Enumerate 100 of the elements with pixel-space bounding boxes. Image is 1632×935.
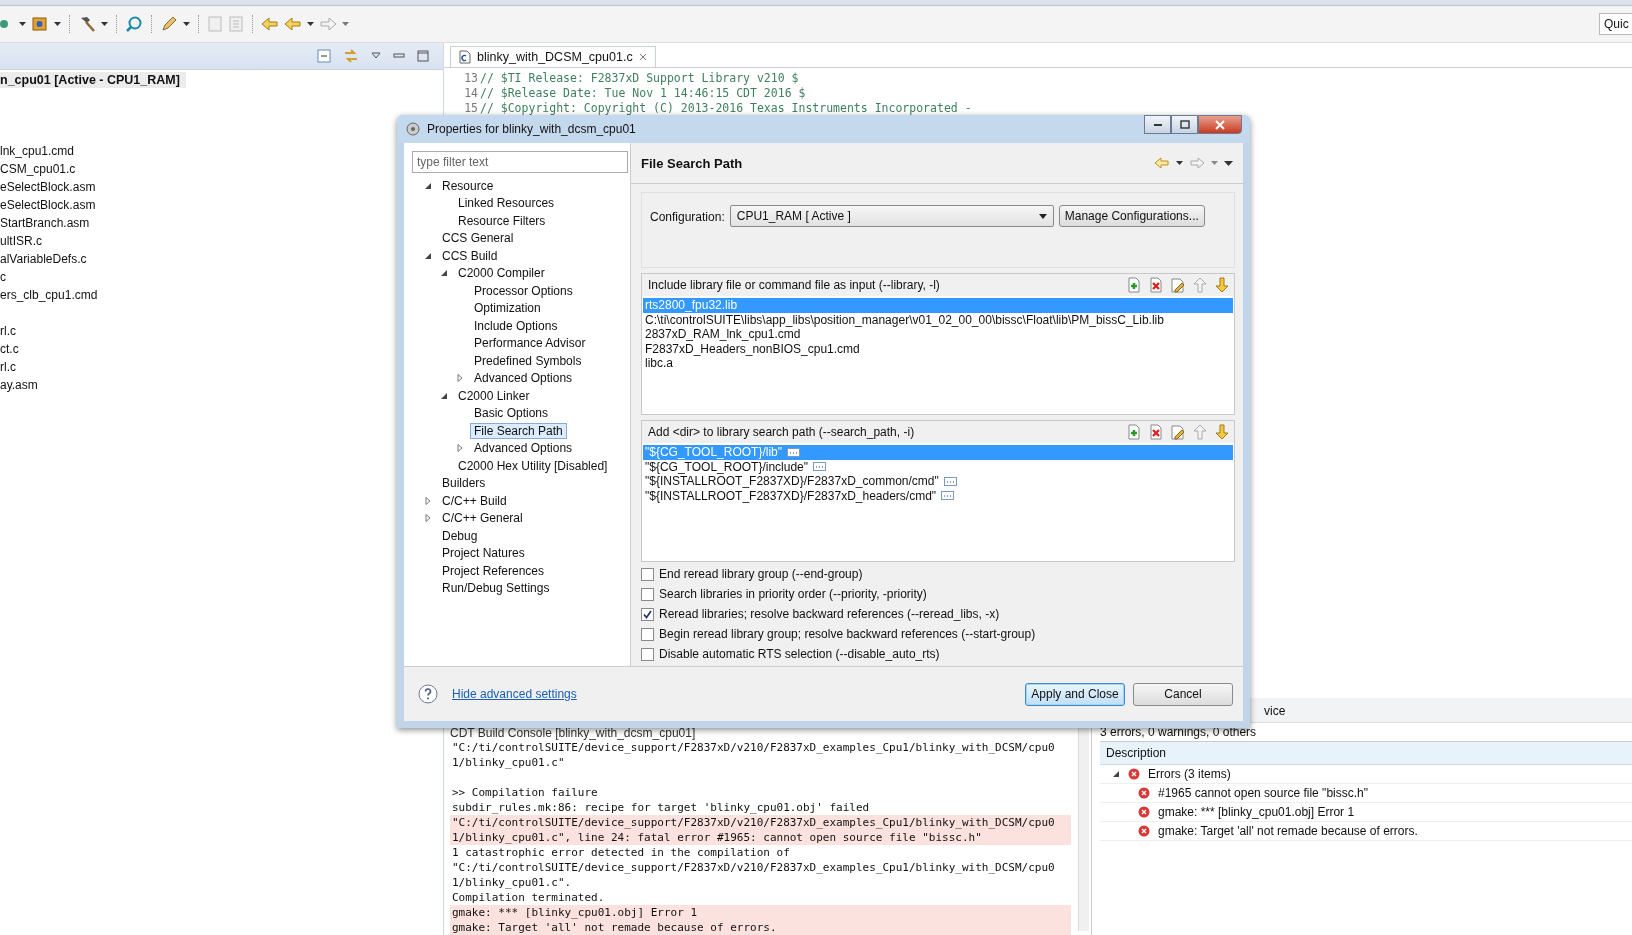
tree-item[interactable]: Performance Advisor	[470, 335, 590, 352]
move-down-icon[interactable]	[1214, 277, 1230, 293]
error-item[interactable]: gmake: Target 'all' not remade because of errors.	[1158, 824, 1418, 838]
collapsed-triangle-icon[interactable]	[424, 496, 432, 505]
view-menu-icon[interactable]	[371, 52, 381, 60]
maximize-icon[interactable]	[417, 50, 429, 62]
quick-access-field[interactable]: Quic	[1599, 13, 1632, 35]
file-item[interactable]: ultISR.c	[0, 232, 42, 250]
add-file-icon[interactable]	[1126, 424, 1142, 440]
hide-advanced-settings-link[interactable]: Hide advanced settings	[452, 687, 577, 701]
tree-item[interactable]: Resource Filters	[454, 212, 550, 229]
back-arrow-icon[interactable]	[261, 16, 279, 32]
dropdown-caret-icon[interactable]	[1176, 161, 1183, 165]
ellipsis-icon[interactable]	[787, 447, 800, 457]
close-button[interactable]	[1198, 115, 1242, 134]
tree-item[interactable]: Predefined Symbols	[470, 352, 586, 369]
view-tab[interactable]: vice	[1264, 704, 1286, 718]
tree-item[interactable]: Project References	[438, 562, 549, 579]
back-arrow-icon[interactable]	[1154, 156, 1170, 170]
search-icon[interactable]	[125, 15, 143, 33]
minimize-icon[interactable]	[393, 51, 405, 61]
file-item[interactable]: StartBranch.asm	[0, 214, 90, 232]
project-item[interactable]: n_cpu01 [Active - CPU1_RAM]	[0, 72, 186, 88]
delete-file-icon[interactable]	[1148, 424, 1164, 440]
help-icon[interactable]	[418, 684, 438, 704]
delete-file-icon[interactable]	[1148, 277, 1164, 293]
file-item[interactable]: ct.c	[0, 340, 19, 358]
tree-item[interactable]: C2000 Hex Utility [Disabled]	[454, 457, 612, 474]
error-item[interactable]: gmake: *** [blinky_cpu01.obj] Error 1	[1158, 805, 1355, 819]
list-item[interactable]: libc.a	[643, 356, 1233, 371]
close-icon[interactable]	[638, 53, 647, 61]
file-item[interactable]: lnk_cpu1.cmd	[0, 142, 75, 160]
edit-file-icon[interactable]	[1170, 277, 1186, 293]
tree-item[interactable]: Optimization	[470, 300, 545, 317]
list-item[interactable]: "${INSTALLROOT_F2837XD}/F2837xD_common/cmd"	[643, 474, 1233, 489]
file-item[interactable]: eSelectBlock.asm	[0, 196, 96, 214]
checkbox[interactable]	[641, 587, 654, 601]
manage-configurations-button[interactable]: Manage Configurations...	[1058, 205, 1205, 227]
maximize-button[interactable]	[1171, 115, 1198, 134]
tree-item[interactable]: C2000 Compiler	[454, 265, 549, 282]
minimize-button[interactable]	[1144, 115, 1171, 134]
error-group[interactable]: Errors (3 items)	[1148, 767, 1231, 781]
debug-download-icon[interactable]	[31, 15, 49, 33]
dropdown-caret-icon[interactable]	[101, 22, 108, 26]
collapsed-triangle-icon[interactable]	[456, 444, 464, 453]
column-header[interactable]: Description	[1100, 742, 1632, 765]
collapsed-triangle-icon[interactable]	[424, 514, 432, 523]
dialog-button[interactable]: Apply and Close	[1025, 682, 1125, 706]
dropdown-caret-icon[interactable]	[307, 22, 314, 26]
expanded-triangle-icon[interactable]	[440, 269, 448, 278]
file-item[interactable]: eSelectBlock.asm	[0, 178, 96, 196]
move-up-icon[interactable]	[1192, 424, 1208, 440]
file-item[interactable]: rl.c	[0, 358, 16, 376]
move-up-icon[interactable]	[1192, 277, 1208, 293]
collapsed-triangle-icon[interactable]	[456, 374, 464, 383]
checkbox[interactable]	[641, 607, 654, 621]
checkbox[interactable]	[641, 647, 654, 661]
tree-item[interactable]: Advanced Options	[470, 370, 577, 387]
tree-item[interactable]: C/C++ Build	[438, 492, 511, 509]
list-item[interactable]: "${INSTALLROOT_F2837XD}/F2837xD_headers/cmd"	[643, 488, 1233, 503]
ellipsis-icon[interactable]	[813, 462, 827, 472]
tree-item[interactable]: Project Natures	[438, 545, 529, 562]
link-arrows-icon[interactable]	[343, 48, 359, 64]
tree-item[interactable]: Builders	[438, 475, 490, 492]
dropdown-caret-icon[interactable]	[19, 22, 26, 26]
back-arrow-icon[interactable]	[284, 16, 302, 32]
tree-item[interactable]: C/C++ General	[438, 510, 527, 527]
expanded-triangle-icon[interactable]	[424, 181, 432, 190]
tree-item[interactable]: Include Options	[470, 317, 562, 334]
tree-item[interactable]: C2000 Linker	[454, 387, 534, 404]
ellipsis-icon[interactable]	[941, 491, 955, 501]
ellipsis-icon[interactable]	[943, 476, 957, 486]
tree-item[interactable]: Processor Options	[470, 282, 577, 299]
add-file-icon[interactable]	[1126, 277, 1142, 293]
view-menu-icon[interactable]	[1224, 160, 1233, 166]
configuration-dropdown[interactable]: CPU1_RAM [ Active ]	[729, 205, 1054, 227]
file-item[interactable]: ers_clb_cpu1.cmd	[0, 286, 98, 304]
tree-item[interactable]: CCS General	[438, 230, 518, 247]
tree-item[interactable]: CCS Build	[438, 247, 502, 264]
tree-item[interactable]: Debug	[438, 527, 482, 544]
checkbox[interactable]	[641, 627, 654, 641]
list-item[interactable]: C:\ti\controlSUITE\libs\app_libs\position_manager\v01_02_00_00\bissc\Float\lib\PM_bissC_Lib.lib	[643, 312, 1233, 327]
filter-field[interactable]: type filter text	[412, 151, 628, 173]
editor-tab[interactable]: blinky_with_DCSM_cpu01.c	[450, 46, 656, 67]
file-item[interactable]: CSM_cpu01.c	[0, 160, 76, 178]
file-item[interactable]: c	[0, 268, 6, 286]
edit-file-icon[interactable]	[1170, 424, 1186, 440]
error-item[interactable]: #1965 cannot open source file "bissc.h"	[1158, 786, 1368, 800]
list-item[interactable]: "${CG_TOOL_ROOT}/include"	[643, 459, 1233, 474]
tree-item[interactable]: Resource	[438, 177, 498, 194]
tree-item[interactable]: File Search Path	[470, 422, 567, 439]
expanded-triangle-icon[interactable]	[1112, 770, 1120, 778]
expanded-triangle-icon[interactable]	[424, 251, 432, 260]
dropdown-caret-icon[interactable]	[54, 22, 61, 26]
dialog-button[interactable]: Cancel	[1133, 682, 1233, 706]
list-item[interactable]: F2837xD_Headers_nonBIOS_cpu1.cmd	[643, 341, 1233, 356]
tree-item[interactable]: Run/Debug Settings	[438, 580, 554, 597]
file-item[interactable]: ay.asm	[0, 376, 38, 394]
file-item[interactable]: alVariableDefs.c	[0, 250, 87, 268]
dropdown-caret-icon[interactable]	[183, 22, 190, 26]
